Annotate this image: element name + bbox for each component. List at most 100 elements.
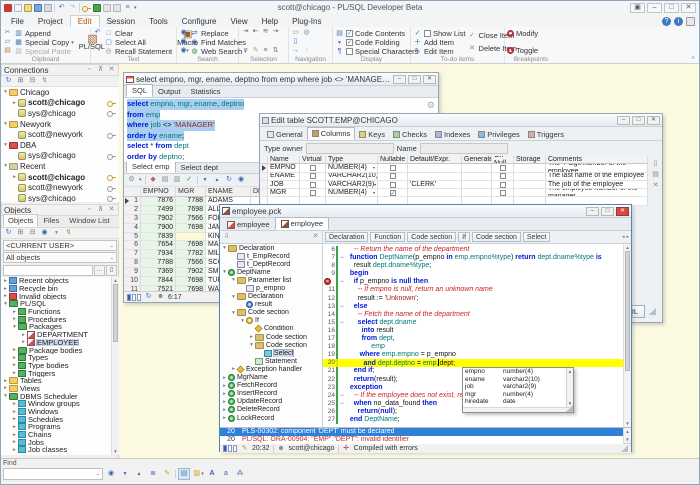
maximize-button[interactable]: □ <box>664 3 679 13</box>
add-row-icon[interactable] <box>651 160 660 168</box>
column-header-mgr[interactable]: MGR <box>176 187 206 197</box>
tab-files[interactable]: Files <box>38 214 64 227</box>
bookmark-goto-icon[interactable] <box>291 38 300 46</box>
tree-expander-icon[interactable]: ▸ <box>11 309 18 315</box>
result-cell[interactable]: 7698 <box>176 277 206 286</box>
tree-expander-icon[interactable]: ▸ <box>11 409 18 415</box>
filter-options-button[interactable]: … <box>94 265 105 276</box>
tree-item-code-section[interactable]: ▾Code section <box>220 309 322 317</box>
tree-item-declaration[interactable]: ▾Declaration <box>220 293 322 301</box>
result-cell[interactable]: 7698 <box>176 224 206 233</box>
clear-button[interactable]: Clear <box>104 29 172 38</box>
tree-item-if[interactable]: ▾If <box>220 317 322 325</box>
outdent-icon[interactable] <box>251 28 260 36</box>
delete-row-icon[interactable] <box>651 182 660 190</box>
whole-word-icon[interactable] <box>206 468 218 480</box>
column-header-type[interactable]: Type <box>326 156 378 164</box>
append-button[interactable]: Append <box>14 29 74 38</box>
result-cell[interactable]: 7788 <box>176 197 206 206</box>
tree-expander-icon[interactable]: ▸ <box>221 415 228 421</box>
tree-item-chains[interactable]: ▸Chains <box>1 431 119 439</box>
column-header-generated[interactable]: Generated <box>462 156 492 164</box>
scroll-up-icon[interactable]: ▲ <box>567 368 573 375</box>
virtual-cell[interactable] <box>300 164 326 172</box>
tree-expander-icon[interactable]: ▸ <box>11 432 18 438</box>
tree-item-p-empno[interactable]: p_empno <box>220 284 322 292</box>
tree-expander-icon[interactable]: ▾ <box>2 121 9 127</box>
insert-row-icon[interactable] <box>651 171 660 179</box>
tab-project[interactable]: Project <box>31 16 70 27</box>
tree-item-updaterecord[interactable]: ▸UpdateRecord <box>220 398 322 406</box>
error-row[interactable]: 20PLS-00302: component 'DEPT' must be de… <box>220 428 623 436</box>
comment-cell[interactable]: The employee number of the manager <box>546 189 648 197</box>
find-object-icon[interactable] <box>40 229 49 237</box>
tree-expander-icon[interactable]: ▸ <box>11 316 18 322</box>
tree-expander-icon[interactable]: ▾ <box>230 277 237 283</box>
tree-item-dba[interactable]: ▾DBA <box>1 140 119 151</box>
nullable-cell[interactable] <box>378 173 408 181</box>
tree-item-fetchrecord[interactable]: ▸FetchRecord <box>220 382 322 390</box>
tree-item-recent-objects[interactable]: ▸Recent objects <box>1 277 119 285</box>
scrollbar-thumb[interactable] <box>113 284 118 342</box>
comment-cell[interactable]: The 4-digit number of the employee <box>546 164 648 172</box>
tree-item-packages[interactable]: ▾Packages <box>1 323 119 331</box>
tab-checks[interactable]: Checks <box>389 129 431 140</box>
tab-columns[interactable]: Columns <box>307 127 356 140</box>
tree-item-windows[interactable]: ▸Windows <box>1 408 119 416</box>
tree-item-pl-sql[interactable]: ▾PL/SQL <box>1 300 119 308</box>
result-cell[interactable]: 7566 <box>176 215 206 224</box>
connect-icon[interactable] <box>40 77 49 85</box>
tree-expander-icon[interactable]: ▸ <box>221 383 228 389</box>
tree-expander-icon[interactable]: ▸ <box>2 378 9 384</box>
maximize-button[interactable]: □ <box>408 75 421 84</box>
show-list-toggle[interactable]: Show List <box>413 29 466 38</box>
storage-cell[interactable] <box>514 173 546 181</box>
tab-file[interactable]: File <box>4 16 31 27</box>
indent-icon[interactable] <box>241 28 250 36</box>
tree-expander-icon[interactable]: ▾ <box>221 245 228 251</box>
result-cell[interactable]: 7566 <box>176 259 206 268</box>
minimize-button[interactable]: – <box>393 75 406 84</box>
tree-expander-icon[interactable]: ▸ <box>11 100 18 106</box>
tab-sql[interactable]: SQL <box>126 84 153 97</box>
tree-expander-icon[interactable]: ▸ <box>11 416 18 422</box>
tree-item-mgrname[interactable]: ▸MgrName <box>220 374 322 382</box>
tree-expander-icon[interactable]: ▸ <box>221 407 228 413</box>
error-list-scrollbar[interactable]: ▲ ▼ <box>623 428 631 443</box>
collapse-all-icon[interactable] <box>28 77 37 85</box>
scroll-down-icon[interactable]: ▼ <box>624 420 631 427</box>
popup-resize-grip[interactable] <box>566 405 573 412</box>
user-filter-dropdown[interactable]: <CURRENT USER>⌄ <box>3 240 117 251</box>
tree-expander-icon[interactable]: ▸ <box>20 339 27 345</box>
on-null-checkbox[interactable] <box>500 190 506 196</box>
navigate-icon[interactable] <box>291 47 300 55</box>
name-cell[interactable]: EMPNO <box>268 164 300 172</box>
select-all-button[interactable]: Select All <box>104 38 172 47</box>
default-cell[interactable] <box>408 189 462 197</box>
completion-item[interactable]: enamevarchar2(10) <box>463 376 573 384</box>
column-row[interactable]: JOBVARCHAR2(9)▾'CLERK'The job of the emp… <box>261 181 648 189</box>
export-results-icon[interactable] <box>173 176 182 184</box>
close-button[interactable]: ✕ <box>681 3 696 13</box>
paste-icon[interactable] <box>3 47 12 55</box>
tree-expander-icon[interactable]: ▾ <box>2 163 9 169</box>
tree-expander-icon[interactable]: ▸ <box>11 401 18 407</box>
result-cell[interactable]: 7782 <box>176 250 206 259</box>
tree-expander-icon[interactable]: ▾ <box>2 142 9 148</box>
fold-toggle-icon[interactable]: − <box>338 254 346 262</box>
find-next-icon[interactable] <box>119 468 131 480</box>
tab-output[interactable]: Output <box>153 86 186 97</box>
result-cell[interactable]: 7844 <box>141 277 176 286</box>
tree-item-code-section[interactable]: ▸Code section <box>220 333 322 341</box>
tree-item-parameter-list[interactable]: ▾Parameter list <box>220 276 322 284</box>
result-cell[interactable]: 7934 <box>141 250 176 259</box>
goto-declaration-icon[interactable] <box>302 29 311 37</box>
current-window-toggle-icon[interactable] <box>178 468 190 480</box>
code-folding-checkbox[interactable] <box>346 39 353 46</box>
column-row[interactable]: EMPNONUMBER(4)▾The 4-digit number of the… <box>261 164 648 172</box>
tab-session[interactable]: Session <box>100 16 142 27</box>
auto-refresh-gear-icon[interactable]: ⚙ <box>427 100 435 111</box>
on-null-cell[interactable] <box>492 173 514 181</box>
breadcrumb-code-section-2[interactable]: Code section <box>472 232 521 242</box>
column-header-empno[interactable]: EMPNO <box>141 187 176 197</box>
